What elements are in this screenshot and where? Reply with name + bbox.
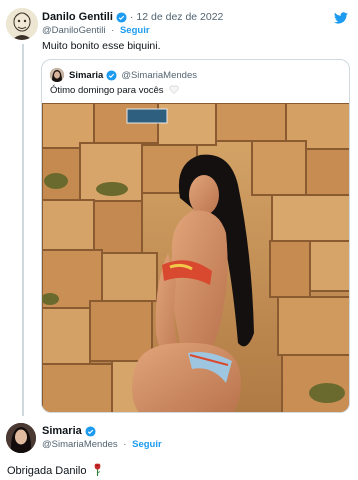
reply-tweet: Simaria @SimariaMendes · Seguir Obrigada… xyxy=(0,420,358,480)
author-handle-row: @DaniloGentili · Seguir xyxy=(42,25,150,36)
quoted-tweet-text: Ótimo domingo para vocês xyxy=(50,85,164,96)
reply-text: Obrigada Danilo xyxy=(7,465,87,477)
reply-author-name[interactable]: Simaria xyxy=(42,425,82,437)
woman-avatar-icon xyxy=(6,423,36,453)
reply-author-avatar[interactable] xyxy=(6,423,36,453)
photo-woman-stone-wall[interactable] xyxy=(42,103,350,413)
author-name-row: Danilo Gentili · 12 de dez de 2022 xyxy=(42,11,223,23)
quoted-tweet[interactable]: Simaria @SimariaMendes Ótimo domingo par… xyxy=(41,59,350,413)
tweet-text: Muito bonito esse biquini. xyxy=(42,40,161,52)
author-handle[interactable]: @DaniloGentili xyxy=(42,25,106,36)
author-name[interactable]: Danilo Gentili xyxy=(42,11,113,23)
quoted-tweet-header: Simaria @SimariaMendes xyxy=(50,68,197,82)
caricature-avatar-icon xyxy=(6,8,38,40)
reply-text-row: Obrigada Danilo xyxy=(7,463,102,477)
verified-badge-icon xyxy=(85,425,96,437)
reply-author-handle-row: @SimariaMendes · Seguir xyxy=(42,439,162,450)
quoted-author-avatar[interactable] xyxy=(50,68,64,82)
verified-badge-icon xyxy=(116,11,127,23)
twitter-bird-icon[interactable] xyxy=(334,12,348,24)
main-tweet: Danilo Gentili · 12 de dez de 2022 @Dani… xyxy=(0,0,358,420)
thread-line xyxy=(22,44,24,416)
follow-button[interactable]: Seguir xyxy=(120,25,150,36)
tweet-date[interactable]: 12 de dez de 2022 xyxy=(136,11,223,23)
quoted-author-handle[interactable]: @SimariaMendes xyxy=(121,70,197,81)
reply-follow-button[interactable]: Seguir xyxy=(132,439,162,450)
white-heart-icon xyxy=(169,85,179,94)
rose-icon xyxy=(94,463,100,476)
quoted-tweet-text-row: Ótimo domingo para vocês xyxy=(50,85,179,96)
separator: · xyxy=(129,11,134,23)
quoted-author-name[interactable]: Simaria xyxy=(69,70,103,81)
separator: · xyxy=(111,25,115,36)
separator: · xyxy=(123,439,127,450)
reply-author-name-row: Simaria xyxy=(42,425,96,437)
author-avatar[interactable] xyxy=(6,8,38,40)
verified-badge-icon xyxy=(106,69,117,81)
woman-avatar-icon xyxy=(50,68,64,82)
reply-author-handle[interactable]: @SimariaMendes xyxy=(42,439,118,450)
